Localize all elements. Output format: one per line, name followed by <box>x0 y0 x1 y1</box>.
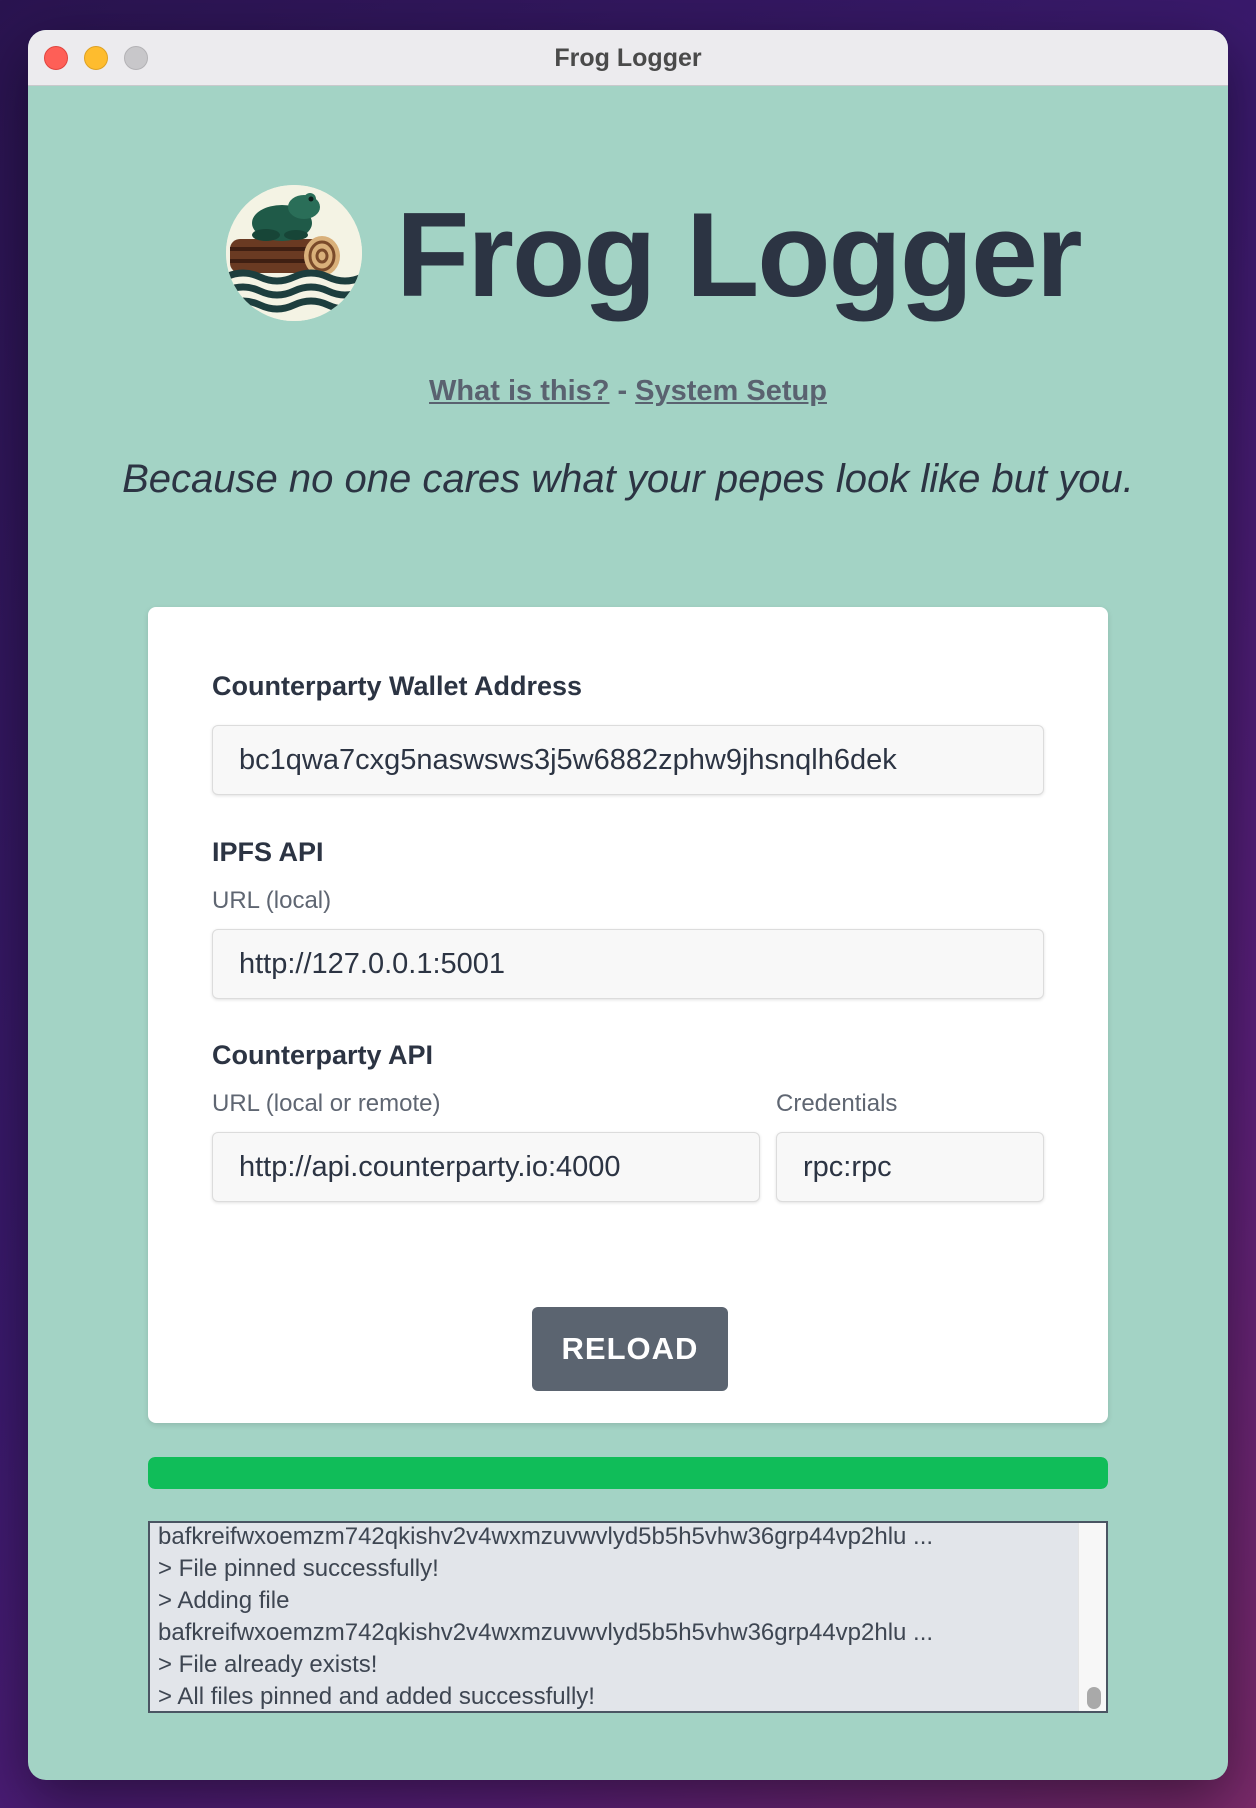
counterparty-api-label: Counterparty API <box>212 1040 434 1070</box>
settings-card: Counterparty Wallet Address IPFS API URL… <box>148 607 1108 1423</box>
what-is-this-link[interactable]: What is this? <box>429 375 609 407</box>
main-content: Frog Logger What is this? - System Setup B… <box>28 87 1228 1780</box>
link-separator: - <box>617 375 628 407</box>
log-line: > File pinned successfully! <box>158 1555 439 1582</box>
system-setup-link[interactable]: System Setup <box>635 375 827 407</box>
ipfs-api-label: IPFS API <box>212 837 324 867</box>
log-line: > File already exists! <box>158 1651 378 1678</box>
wallet-address-input[interactable] <box>212 725 1044 795</box>
progress-fill <box>148 1457 1108 1489</box>
log-output[interactable]: bafkreifwxoemzm742qkishv2v4wxmzuvwvlyd5b… <box>148 1521 1108 1713</box>
brand-header: Frog Logger <box>28 185 1228 325</box>
header-links: What is this? - System Setup <box>28 375 1228 408</box>
credentials-label: Credentials <box>776 1090 898 1117</box>
counterparty-url-label: URL (local or remote) <box>212 1090 441 1117</box>
log-line: bafkreifwxoemzm742qkishv2v4wxmzuvwvlyd5b… <box>158 1523 934 1550</box>
progress-bar <box>148 1457 1108 1489</box>
ipfs-url-input[interactable] <box>212 929 1044 999</box>
app-heading: Frog Logger <box>396 188 1083 322</box>
app-window: Frog Logger Frog Logger What is this? - … <box>28 30 1228 1780</box>
log-line: bafkreifwxoemzm742qkishv2v4wxmzuvwvlyd5b… <box>158 1619 934 1646</box>
log-line: > Adding file <box>158 1587 290 1614</box>
ipfs-url-label: URL (local) <box>212 887 332 914</box>
log-line: > All files pinned and added successfull… <box>158 1683 595 1710</box>
window-title: Frog Logger <box>554 44 702 72</box>
reload-button[interactable]: RELOAD <box>532 1307 728 1391</box>
title-bar: Frog Logger <box>28 30 1228 86</box>
scroll-thumb[interactable] <box>1087 1687 1101 1709</box>
log-lines: bafkreifwxoemzm742qkishv2v4wxmzuvwvlyd5b… <box>158 1523 1074 1711</box>
counterparty-url-input[interactable] <box>212 1132 760 1202</box>
frog-logo <box>226 185 362 321</box>
credentials-input[interactable] <box>776 1132 1044 1202</box>
tagline: Because no one cares what your pepes loo… <box>122 457 1134 501</box>
wallet-address-label: Counterparty Wallet Address <box>212 671 583 701</box>
log-scrollbar[interactable] <box>1078 1523 1106 1711</box>
